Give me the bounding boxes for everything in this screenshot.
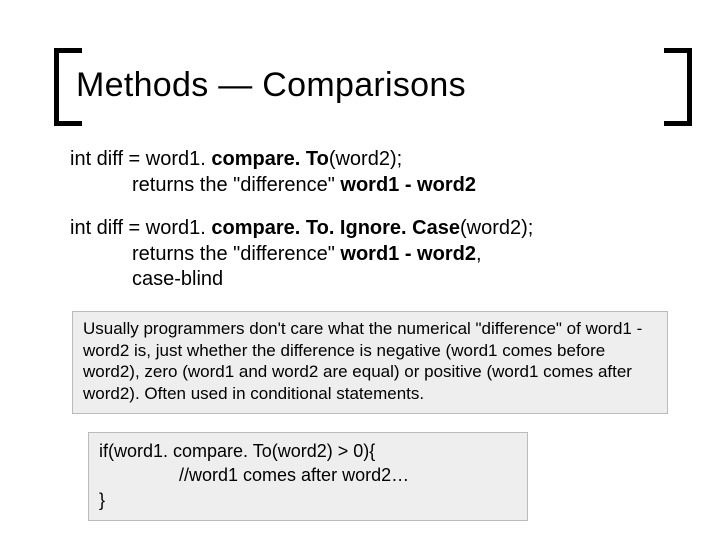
method-name: compare. To [211, 148, 328, 170]
bracket-left-icon [54, 48, 82, 126]
slide-body: int diff = word1. compare. To(word2); re… [70, 147, 670, 521]
difference-expr: word1 - word2 [340, 174, 476, 196]
compareto-line1: int diff = word1. compare. To(word2); [70, 147, 670, 173]
code-line-2: //word1 comes after word2… [99, 463, 517, 487]
text: , [476, 243, 482, 265]
text: returns the "difference" [132, 243, 340, 265]
difference-expr: word1 - word2 [340, 243, 476, 265]
slide: Methods — Comparisons int diff = word1. … [0, 0, 720, 540]
method-name: compare. To. Ignore. Case [211, 217, 460, 239]
text: (word2); [329, 148, 402, 170]
text: int diff = word1. [70, 217, 211, 239]
ignorecase-line1: int diff = word1. compare. To. Ignore. C… [70, 216, 670, 242]
ignorecase-line3: case-blind [70, 267, 670, 293]
compareto-block: int diff = word1. compare. To(word2); re… [70, 147, 670, 198]
slide-title: Methods — Comparisons [72, 60, 670, 119]
bracket-right-icon [664, 48, 692, 126]
text: returns the "difference" [132, 174, 340, 196]
comparetoignorecase-block: int diff = word1. compare. To. Ignore. C… [70, 216, 670, 293]
code-box: if(word1. compare. To(word2) > 0){ //wor… [88, 432, 528, 521]
note-box: Usually programmers don't care what the … [72, 311, 668, 414]
title-wrap: Methods — Comparisons [72, 60, 670, 119]
code-line-3: } [99, 488, 517, 512]
ignorecase-line2: returns the "difference" word1 - word2, [70, 242, 670, 268]
code-line-1: if(word1. compare. To(word2) > 0){ [99, 439, 517, 463]
compareto-line2: returns the "difference" word1 - word2 [70, 173, 670, 199]
note-text: Usually programmers don't care what the … [83, 319, 642, 403]
text: (word2); [460, 217, 533, 239]
text: int diff = word1. [70, 148, 211, 170]
